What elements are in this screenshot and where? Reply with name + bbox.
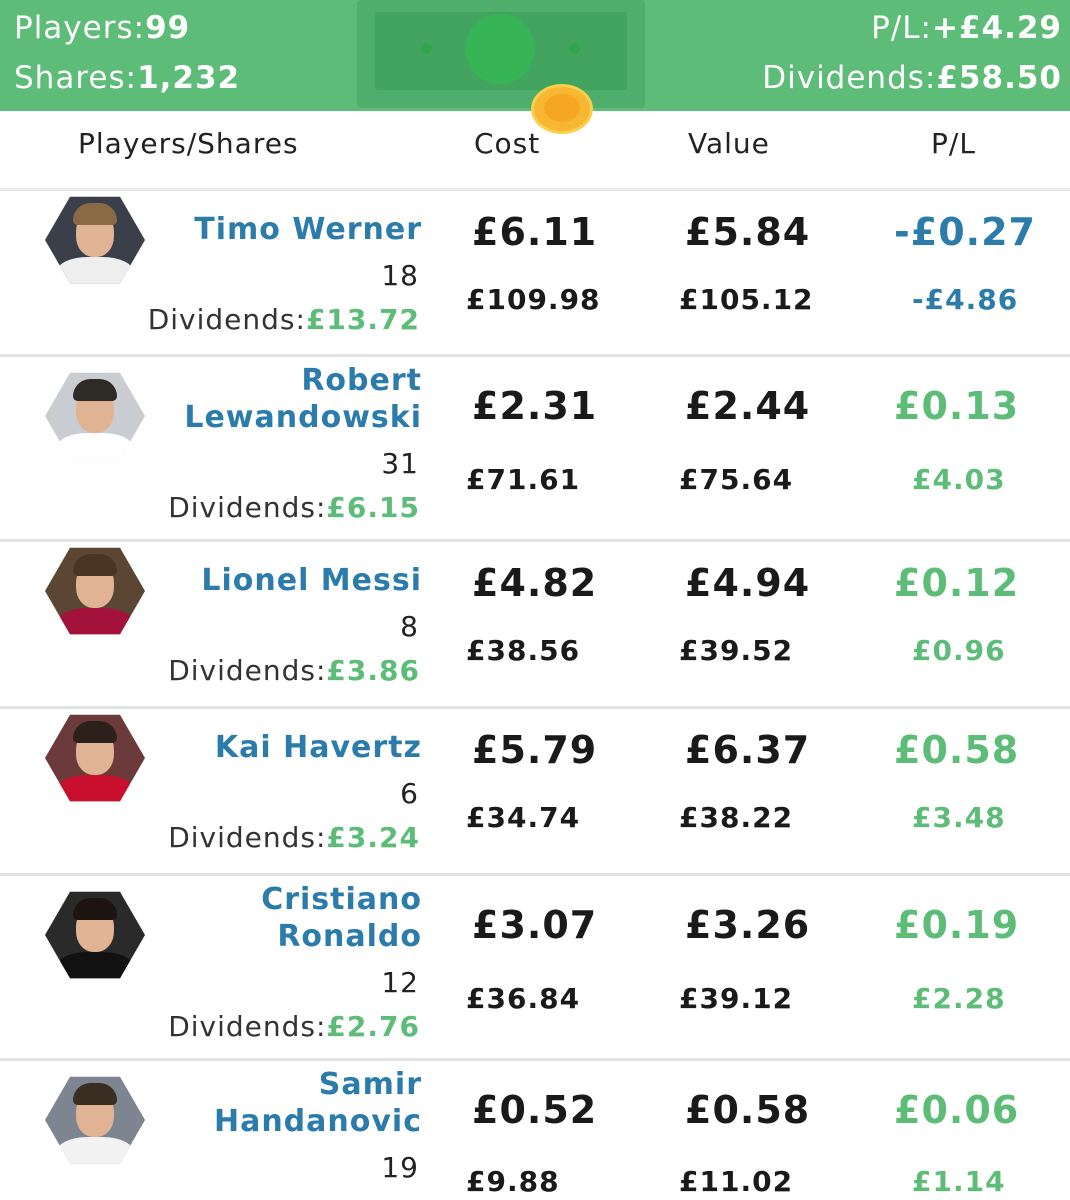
cost-per-share: £3.07 [472, 903, 598, 947]
cost-total: £34.74 [466, 801, 581, 834]
dividends-amount: £6.15 [326, 491, 420, 524]
player-avatar [45, 196, 145, 284]
shares-count: Shares:1,232 [14, 60, 241, 96]
value-total: £39.52 [679, 634, 794, 667]
dividends-line: Dividends:£6.15 [168, 491, 420, 524]
pl-per-share: £0.58 [894, 728, 1020, 772]
holding-row[interactable]: Lionel Messi 8 Dividends:£3.86 £4.82 £4.… [0, 542, 1070, 709]
pl-total: £2.28 [912, 982, 1006, 1015]
value-total: £11.02 [679, 1165, 794, 1198]
player-avatar [45, 891, 145, 979]
share-count: 8 [400, 610, 419, 643]
pl-per-share: £0.06 [894, 1088, 1020, 1132]
players-count: Players:99 [14, 10, 191, 46]
dividends-line: Dividends:£3.86 [168, 654, 420, 687]
player-name-line2: Ronaldo [277, 919, 422, 954]
cost-total: £71.61 [466, 463, 581, 496]
pl-total: £4.03 [912, 463, 1006, 496]
share-count: 12 [381, 966, 419, 999]
cost-per-share: £5.79 [472, 728, 598, 772]
dividends-amount: £3.24 [326, 821, 420, 854]
cost-total: £109.98 [466, 283, 601, 316]
column-header-value[interactable]: Value [688, 127, 770, 160]
pl-per-share: £0.13 [894, 384, 1020, 428]
pl-per-share: £0.12 [894, 561, 1020, 605]
pl-total: £3.48 [912, 801, 1006, 834]
pl-per-share: £0.19 [894, 903, 1020, 947]
player-avatar [45, 547, 145, 635]
total-dividends: Dividends:£58.50 [762, 60, 1062, 96]
coin-icon [531, 84, 593, 134]
player-name[interactable]: Samir Handanovic [214, 1066, 422, 1140]
value-per-share: £6.37 [685, 728, 811, 772]
value-per-share: £4.94 [685, 561, 811, 605]
value-total: £39.12 [679, 982, 794, 1015]
cost-per-share: £2.31 [472, 384, 598, 428]
pl-total: £1.14 [912, 1165, 1006, 1198]
value-per-share: £0.58 [685, 1088, 811, 1132]
player-name[interactable]: Lionel Messi [201, 562, 422, 599]
column-header-players[interactable]: Players/Shares [78, 127, 299, 160]
value-total: £105.12 [679, 283, 814, 316]
cost-total: £36.84 [466, 982, 581, 1015]
cost-total: £38.56 [466, 634, 581, 667]
holding-row[interactable]: Timo Werner 18 Dividends:£13.72 £6.11 £5… [0, 191, 1070, 357]
value-per-share: £3.26 [685, 903, 811, 947]
pl-per-share: -£0.27 [894, 210, 1036, 254]
player-name[interactable]: Cristiano Ronaldo [261, 881, 422, 955]
value-total: £38.22 [679, 801, 794, 834]
pl-total: -£4.86 [912, 283, 1019, 316]
player-avatar [45, 372, 145, 460]
share-count: 18 [381, 259, 419, 292]
column-header-cost[interactable]: Cost [474, 127, 540, 160]
share-count: 19 [381, 1151, 419, 1184]
dividends-amount: £3.86 [326, 654, 420, 687]
player-avatar [45, 714, 145, 802]
player-avatar [45, 1076, 145, 1164]
holding-row[interactable]: Robert Lewandowski 31 Dividends:£6.15 £2… [0, 357, 1070, 542]
banknote-icon [357, 0, 645, 108]
dividends-line: Dividends:£2.76 [168, 1010, 420, 1043]
dividends-line: Dividends:£13.72 [147, 303, 420, 336]
player-name-line2: Lewandowski [184, 400, 422, 435]
player-name[interactable]: Robert Lewandowski [184, 362, 422, 436]
holding-row[interactable]: Cristiano Ronaldo 12 Dividends:£2.76 £3.… [0, 876, 1070, 1061]
dividends-amount: £13.72 [305, 303, 420, 336]
holding-row[interactable]: Samir Handanovic 19 £0.52 £0.58 £0.06 £9… [0, 1061, 1070, 1200]
player-name-line1: Cristiano [261, 882, 422, 917]
value-per-share: £2.44 [685, 384, 811, 428]
player-name-line1: Samir [318, 1067, 422, 1102]
value-per-share: £5.84 [685, 210, 811, 254]
total-pl: P/L:+£4.29 [871, 10, 1062, 46]
share-count: 6 [400, 777, 419, 810]
player-name[interactable]: Timo Werner [194, 211, 422, 248]
player-name-line2: Handanovic [213, 1104, 422, 1139]
cost-per-share: £6.11 [472, 210, 598, 254]
dividends-line: Dividends:£3.24 [168, 821, 420, 854]
value-total: £75.64 [679, 463, 794, 496]
player-name[interactable]: Kai Havertz [215, 729, 422, 766]
cost-per-share: £4.82 [472, 561, 598, 605]
portfolio-summary-header: Players:99 Shares:1,232 P/L:+£4.29 Divid… [0, 0, 1070, 111]
holding-row[interactable]: Kai Havertz 6 Dividends:£3.24 £5.79 £6.3… [0, 709, 1070, 876]
pl-total: £0.96 [912, 634, 1006, 667]
cost-total: £9.88 [466, 1165, 560, 1198]
dividends-amount: £2.76 [326, 1010, 420, 1043]
share-count: 31 [381, 447, 419, 480]
column-header-pl[interactable]: P/L [931, 127, 976, 160]
cost-per-share: £0.52 [472, 1088, 598, 1132]
player-name-line1: Robert [301, 363, 422, 398]
